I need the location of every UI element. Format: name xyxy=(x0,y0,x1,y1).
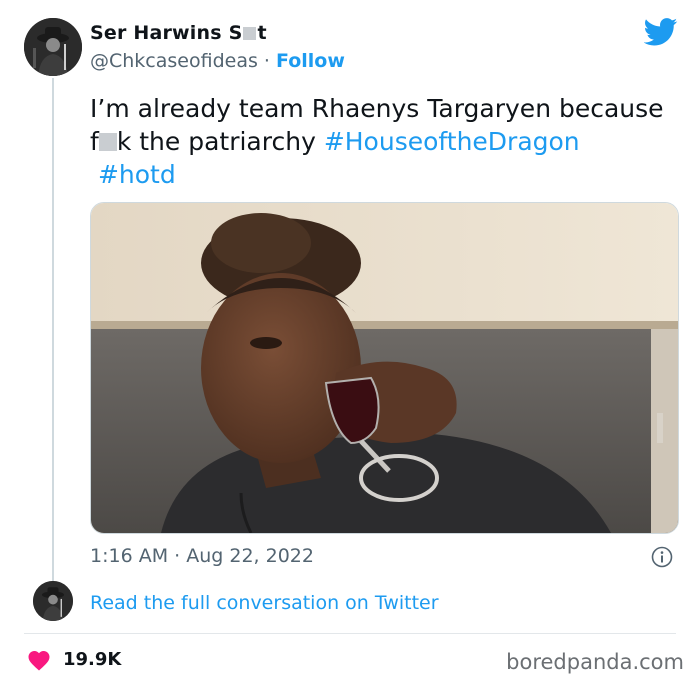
tweet-photo[interactable] xyxy=(90,202,679,534)
censor-block xyxy=(98,133,117,151)
author-name-text: Ser Harwins S xyxy=(90,22,243,44)
tweet-time: 1:16 AM xyxy=(90,545,169,567)
tweet-text-line1: I’m already team Rhaenys Targaryen becau… xyxy=(90,94,664,123)
heart-icon[interactable] xyxy=(27,649,51,671)
tweet-timestamp[interactable]: 1:16 AM · Aug 22, 2022 xyxy=(90,545,314,567)
tweet-text-f: f xyxy=(90,127,99,156)
like-count: 19.9K xyxy=(63,649,122,670)
handle-separator: · xyxy=(257,50,276,72)
author-handle[interactable]: @Chkcaseofideas xyxy=(90,50,258,72)
follow-button[interactable]: Follow xyxy=(276,50,345,72)
info-icon[interactable] xyxy=(651,546,673,568)
read-conversation-link[interactable]: Read the full conversation on Twitter xyxy=(90,592,439,614)
tweet-text: I’m already team Rhaenys Targaryen becau… xyxy=(90,92,680,191)
hashtag-link[interactable]: #HouseoftheDragon xyxy=(324,127,580,156)
source-watermark: boredpanda.com xyxy=(506,650,684,674)
reply-avatar[interactable] xyxy=(33,581,73,621)
author-name-text-end: t xyxy=(257,22,267,44)
twitter-bird-icon[interactable] xyxy=(644,18,678,46)
author-handle-row: @Chkcaseofideas · Follow xyxy=(90,50,345,72)
tweet-text-rest: k the patriarchy xyxy=(116,127,324,156)
censor-block xyxy=(243,27,257,40)
thread-line xyxy=(52,78,54,590)
hashtag-link[interactable]: #hotd xyxy=(98,160,176,189)
date-separator: · xyxy=(168,545,187,567)
tweet-date: Aug 22, 2022 xyxy=(186,545,314,567)
author-name[interactable]: Ser Harwins S t xyxy=(90,22,267,44)
author-avatar[interactable] xyxy=(24,18,82,76)
divider xyxy=(24,633,676,634)
